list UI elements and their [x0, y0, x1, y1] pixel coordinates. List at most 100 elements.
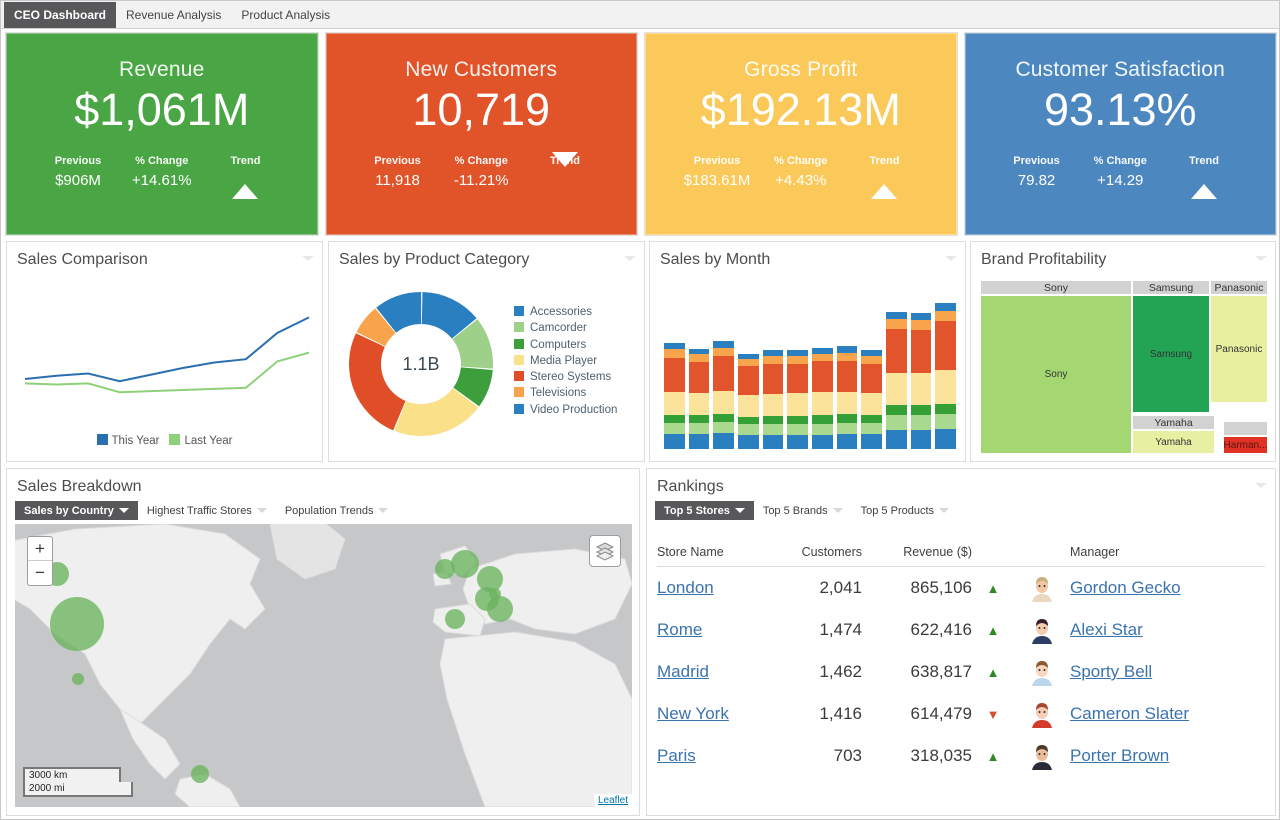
bar-segment-3 [837, 392, 858, 415]
donut-legend-item[interactable]: Camcorder [514, 320, 617, 336]
bar-column[interactable] [837, 346, 858, 449]
bar-column[interactable] [713, 341, 734, 449]
cell-store-name: Paris [657, 735, 767, 777]
chevron-down-icon[interactable] [1255, 483, 1267, 488]
treemap-node-sony[interactable]: Sony Sony [980, 280, 1132, 454]
column-header-store-name[interactable]: Store Name [657, 545, 767, 567]
kpi-subrow: Previous $183.61M % Change +4.43% Trend [674, 155, 928, 189]
bar-column[interactable] [886, 312, 907, 449]
donut-legend-item[interactable]: Computers [514, 337, 617, 353]
map-marker[interactable] [445, 609, 465, 629]
bar-column[interactable] [812, 348, 833, 449]
treemap-node-panasonic[interactable]: Panasonic Panasonic [1210, 280, 1268, 403]
manager-link[interactable]: Porter Brown [1070, 746, 1169, 765]
bar-column[interactable] [935, 303, 956, 449]
map-layers-button[interactable] [589, 535, 621, 567]
donut-legend-item[interactable]: Video Production [514, 402, 617, 418]
chevron-down-icon[interactable] [945, 256, 957, 261]
manager-link[interactable]: Alexi Star [1070, 620, 1143, 639]
line-chart [17, 280, 317, 430]
bar-column[interactable] [861, 350, 882, 449]
treemap-node-samsung[interactable]: Samsung Samsung [1132, 280, 1210, 413]
map-marker[interactable] [487, 596, 513, 622]
treemap-node-harman[interactable]: Harman... [1223, 421, 1268, 454]
bar-column[interactable] [664, 343, 685, 449]
table-row[interactable]: Madrid1,462638,817▲Sporty Bell [657, 651, 1265, 693]
panel-sales-by-product-category: Sales by Product Category 1.1B Accessori… [328, 241, 645, 462]
column-header-revenue[interactable]: Revenue ($) [862, 545, 972, 567]
cell-revenue: 638,817 [862, 651, 972, 693]
donut-legend-item[interactable]: Accessories [514, 304, 617, 320]
store-name-link[interactable]: Rome [657, 620, 702, 639]
subtab-top-5-stores[interactable]: Top 5 Stores [655, 501, 754, 520]
manager-link[interactable]: Gordon Gecko [1070, 578, 1181, 597]
legend-swatch [514, 306, 524, 316]
panel-sales-by-month: Sales by Month [649, 241, 966, 462]
treemap-node-body: Samsung [1132, 295, 1210, 413]
leaflet-link[interactable]: Leaflet [598, 795, 628, 806]
store-name-link[interactable]: Madrid [657, 662, 709, 681]
bar-segment-1 [664, 423, 685, 434]
panel-title: Brand Profitability [971, 242, 1275, 269]
treemap-node-yamaha[interactable]: Yamaha Yamaha [1132, 415, 1215, 454]
leaflet-map[interactable]: + − 3000 km 2000 mi Leaflet [15, 524, 632, 807]
map-marker[interactable] [191, 765, 209, 783]
kpi-card-customer-satisfaction[interactable]: Customer Satisfaction 93.13% Previous 79… [965, 33, 1277, 235]
bar-segment-5 [738, 359, 759, 366]
kpi-previous-label: Previous [995, 155, 1079, 167]
table-row[interactable]: Rome1,474622,416▲Alexi Star [657, 609, 1265, 651]
map-marker[interactable] [451, 550, 479, 578]
bar-segment-0 [738, 435, 759, 449]
subtab-population-trends[interactable]: Population Trends [276, 501, 398, 520]
bar-segment-3 [886, 373, 907, 405]
chevron-down-icon[interactable] [302, 256, 314, 261]
subtab-top-5-brands[interactable]: Top 5 Brands [754, 501, 852, 520]
bar-column[interactable] [738, 354, 759, 449]
kpi-card-revenue[interactable]: Revenue $1,061M Previous $906M % Change … [6, 33, 318, 235]
kpi-subrow: Previous 79.82 % Change +14.29 Trend [993, 155, 1247, 189]
table-row[interactable]: New York1,416614,479▼Cameron Slater [657, 693, 1265, 735]
kpi-card-new-customers[interactable]: New Customers 10,719 Previous 11,918 % C… [326, 33, 638, 235]
map-marker[interactable] [72, 673, 84, 685]
store-name-link[interactable]: Paris [657, 746, 696, 765]
bar-column[interactable] [911, 313, 932, 449]
cell-store-name: London [657, 567, 767, 610]
store-name-link[interactable]: New York [657, 704, 729, 723]
kpi-card-gross-profit[interactable]: Gross Profit $192.13M Previous $183.61M … [645, 33, 957, 235]
chevron-down-icon [378, 508, 388, 513]
tab-product-analysis[interactable]: Product Analysis [231, 2, 340, 28]
column-header-manager[interactable]: Manager [1070, 545, 1265, 567]
column-header-customers[interactable]: Customers [767, 545, 862, 567]
donut-legend-item[interactable]: Media Player [514, 353, 617, 369]
manager-link[interactable]: Cameron Slater [1070, 704, 1189, 723]
bar-column[interactable] [787, 350, 808, 449]
donut-legend-item[interactable]: Televisions [514, 385, 617, 401]
subtab-highest-traffic-stores[interactable]: Highest Traffic Stores [138, 501, 276, 520]
kpi-trend-label: Trend [204, 155, 288, 167]
subtab-sales-by-country[interactable]: Sales by Country [15, 501, 138, 520]
table-row[interactable]: Paris703318,035▲Porter Brown [657, 735, 1265, 777]
map-zoom-controls[interactable]: + − [27, 536, 53, 586]
chevron-down-icon[interactable] [624, 256, 636, 261]
tab-ceo-dashboard[interactable]: CEO Dashboard [4, 2, 116, 28]
trend-up-icon: ▲ [987, 581, 1000, 596]
stacked-bar-chart [664, 297, 956, 449]
map-marker[interactable] [50, 597, 104, 651]
avatar [1028, 574, 1056, 602]
kpi-change-label: % Change [759, 155, 843, 167]
manager-link[interactable]: Sporty Bell [1070, 662, 1152, 681]
bar-column[interactable] [763, 350, 784, 449]
donut-legend-item[interactable]: Stereo Systems [514, 369, 617, 385]
zoom-out-button[interactable]: − [28, 561, 52, 585]
store-name-link[interactable]: London [657, 578, 714, 597]
tab-revenue-analysis[interactable]: Revenue Analysis [116, 2, 231, 28]
table-row[interactable]: London2,041865,106▲Gordon Gecko [657, 567, 1265, 610]
chevron-down-icon [939, 508, 949, 513]
kpi-title: New Customers [405, 58, 557, 82]
zoom-in-button[interactable]: + [28, 537, 52, 561]
bar-column[interactable] [689, 349, 710, 449]
chevron-down-icon [119, 508, 129, 513]
chevron-down-icon[interactable] [1255, 256, 1267, 261]
cell-trend: ▲ [972, 735, 1014, 777]
subtab-top-5-products[interactable]: Top 5 Products [852, 501, 958, 520]
